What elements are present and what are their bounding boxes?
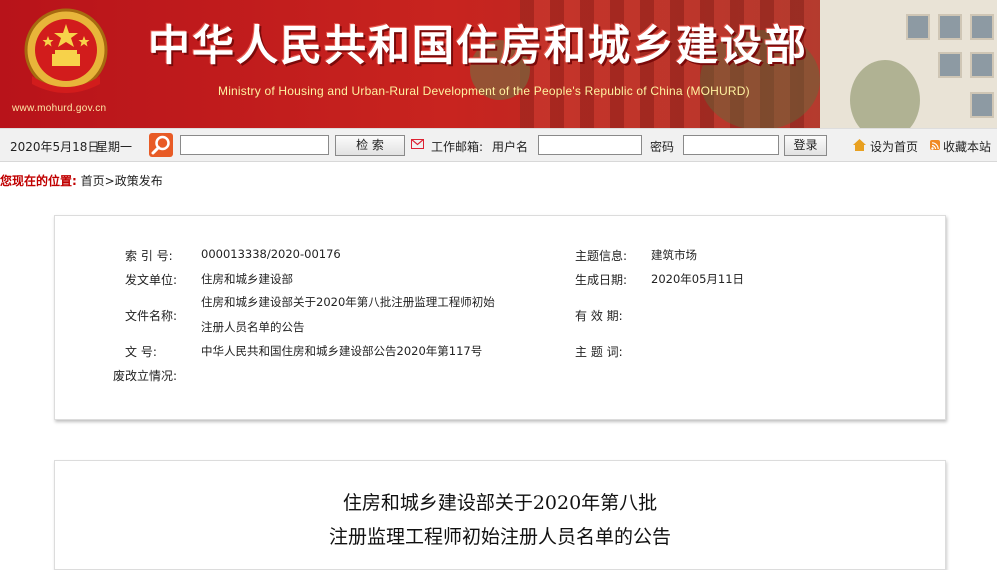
current-date: 2020年5月18日 — [10, 140, 100, 154]
index-value: 000013338/2020-00176 — [201, 247, 341, 261]
filename-value-line2: 注册人员名单的公告 — [201, 320, 305, 334]
password-label: 密码 — [650, 140, 675, 154]
home-icon — [853, 139, 866, 154]
topic-label: 主题信息: — [575, 249, 628, 263]
site-banner: www.mohurd.gov.cn 中华人民共和国住房和城乡建设部 Minist… — [0, 0, 997, 128]
mail-label: 工作邮箱: — [431, 140, 484, 154]
username-input[interactable] — [538, 135, 642, 155]
issuer-value: 住房和城乡建设部 — [201, 272, 293, 286]
date-value: 2020年05月11日 — [651, 272, 745, 286]
password-input[interactable] — [683, 135, 779, 155]
current-weekday: 星期一 — [96, 140, 133, 154]
article-title-line1: 住房和城乡建设部关于2020年第八批 — [342, 492, 658, 514]
validity-label: 有 效 期: — [575, 309, 623, 323]
topic-value: 建筑市场 — [651, 248, 697, 262]
filename-value-line1: 住房和城乡建设部关于2020年第八批注册监理工程师初始 — [201, 295, 495, 309]
rss-icon — [930, 140, 940, 150]
docno-value: 中华人民共和国住房和城乡建设部公告2020年第117号 — [201, 344, 483, 358]
username-label: 用户名 — [492, 140, 529, 154]
toolbar: 2020年5月18日 星期一 检 索 工作邮箱: 用户名 密码 登录 设为首页 … — [0, 128, 997, 162]
search-input[interactable] — [180, 135, 329, 155]
subject-label: 主 题 词: — [575, 345, 623, 359]
search-button[interactable]: 检 索 — [335, 135, 405, 156]
document-meta-box: 索 引 号: 000013338/2020-00176 主题信息: 建筑市场 发… — [54, 215, 946, 420]
site-title: 中华人民共和国住房和城乡建设部 — [148, 21, 809, 70]
bookmark-link[interactable]: 收藏本站 — [943, 138, 991, 155]
issuer-label: 发文单位: — [125, 273, 178, 287]
index-label: 索 引 号: — [125, 249, 173, 263]
mail-icon[interactable] — [411, 139, 424, 149]
national-emblem-icon — [24, 8, 108, 93]
repeal-label: 废改立情况: — [113, 369, 178, 383]
breadcrumb-label: 您现在的位置: — [0, 174, 77, 188]
search-icon[interactable] — [149, 133, 173, 157]
filename-label: 文件名称: — [125, 309, 178, 323]
docno-label: 文 号: — [125, 345, 157, 359]
breadcrumb-separator: > — [104, 174, 115, 188]
set-home-link[interactable]: 设为首页 — [870, 138, 918, 155]
site-url: www.mohurd.gov.cn — [12, 103, 107, 114]
breadcrumb-home-link[interactable]: 首页 — [81, 174, 105, 188]
breadcrumb: 您现在的位置: 首页>政策发布 — [0, 172, 163, 189]
site-title-english: Ministry of Housing and Urban-Rural Deve… — [218, 84, 750, 98]
article-title-line2: 注册监理工程师初始注册人员名单的公告 — [328, 526, 671, 548]
breadcrumb-current-link[interactable]: 政策发布 — [115, 174, 163, 188]
date-label: 生成日期: — [575, 273, 628, 287]
login-button[interactable]: 登录 — [784, 135, 827, 156]
